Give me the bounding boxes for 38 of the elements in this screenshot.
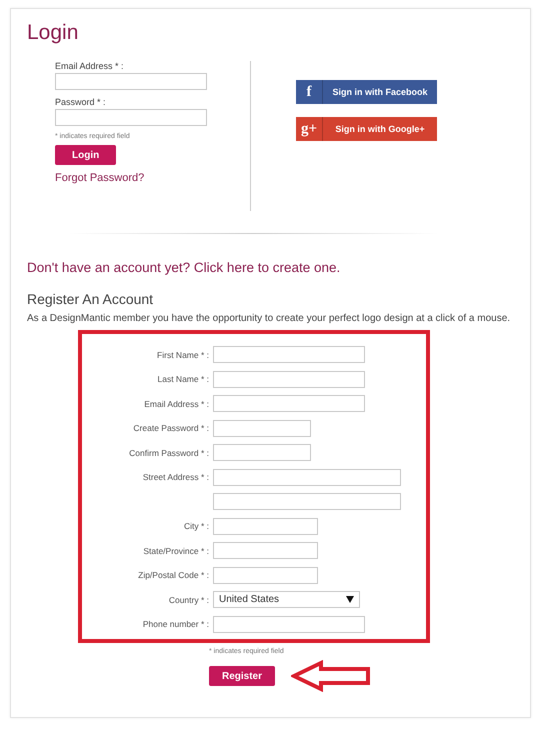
field-label: Zip/Postal Code * :	[137, 570, 210, 580]
input-field[interactable]	[213, 370, 365, 388]
input-field[interactable]	[213, 493, 401, 510]
login-button[interactable]: Login	[55, 145, 116, 165]
input-field[interactable]	[213, 444, 311, 461]
field-label: Country * :	[168, 594, 210, 604]
input-field[interactable]	[213, 395, 365, 412]
forgot-password-link[interactable]: Forgot Password?	[55, 172, 144, 184]
field-label: Last Name * :	[156, 374, 210, 384]
social-sign-in-button[interactable]: f Sign in with Facebook	[296, 80, 437, 104]
input-field[interactable]	[213, 616, 365, 632]
field-label: First Name * :	[156, 350, 210, 360]
input-field[interactable]	[213, 566, 318, 584]
field-label: Street Address * :	[142, 472, 210, 482]
field-label: Phone number * :	[142, 619, 210, 629]
arrow-icon	[291, 660, 372, 692]
field-label: Create Password * :	[132, 423, 210, 433]
page-title: Login	[27, 21, 80, 45]
caret-icon	[346, 596, 354, 603]
field-label: Email Address * :	[55, 61, 124, 71]
section-heading: Register An Account	[27, 291, 154, 307]
input-field[interactable]	[213, 468, 401, 486]
input-field[interactable]	[213, 420, 311, 436]
social-sign-in-button[interactable]: g+ Sign in with Google+	[296, 117, 437, 141]
register-button[interactable]: Register	[209, 666, 276, 686]
intro-text: As a DesignMantic member you have the opportunity to create your perfect logo design at a click of a mouse.	[27, 312, 512, 326]
field-label: State/Province * :	[142, 546, 210, 556]
field-label: City * :	[182, 521, 210, 531]
field-label: Password * :	[55, 97, 106, 107]
field-label: Email Address * :	[143, 398, 210, 408]
input-field[interactable]	[213, 518, 318, 534]
country-dropdown[interactable]: United States	[213, 591, 360, 608]
input-field[interactable]	[213, 346, 365, 363]
input-field[interactable]	[55, 73, 207, 90]
field-label: Confirm Password * :	[128, 448, 210, 458]
input-field[interactable]	[55, 109, 207, 126]
input-field[interactable]	[213, 542, 318, 559]
create-account-link[interactable]: Don't have an account yet? Click here to create one.	[27, 260, 530, 275]
